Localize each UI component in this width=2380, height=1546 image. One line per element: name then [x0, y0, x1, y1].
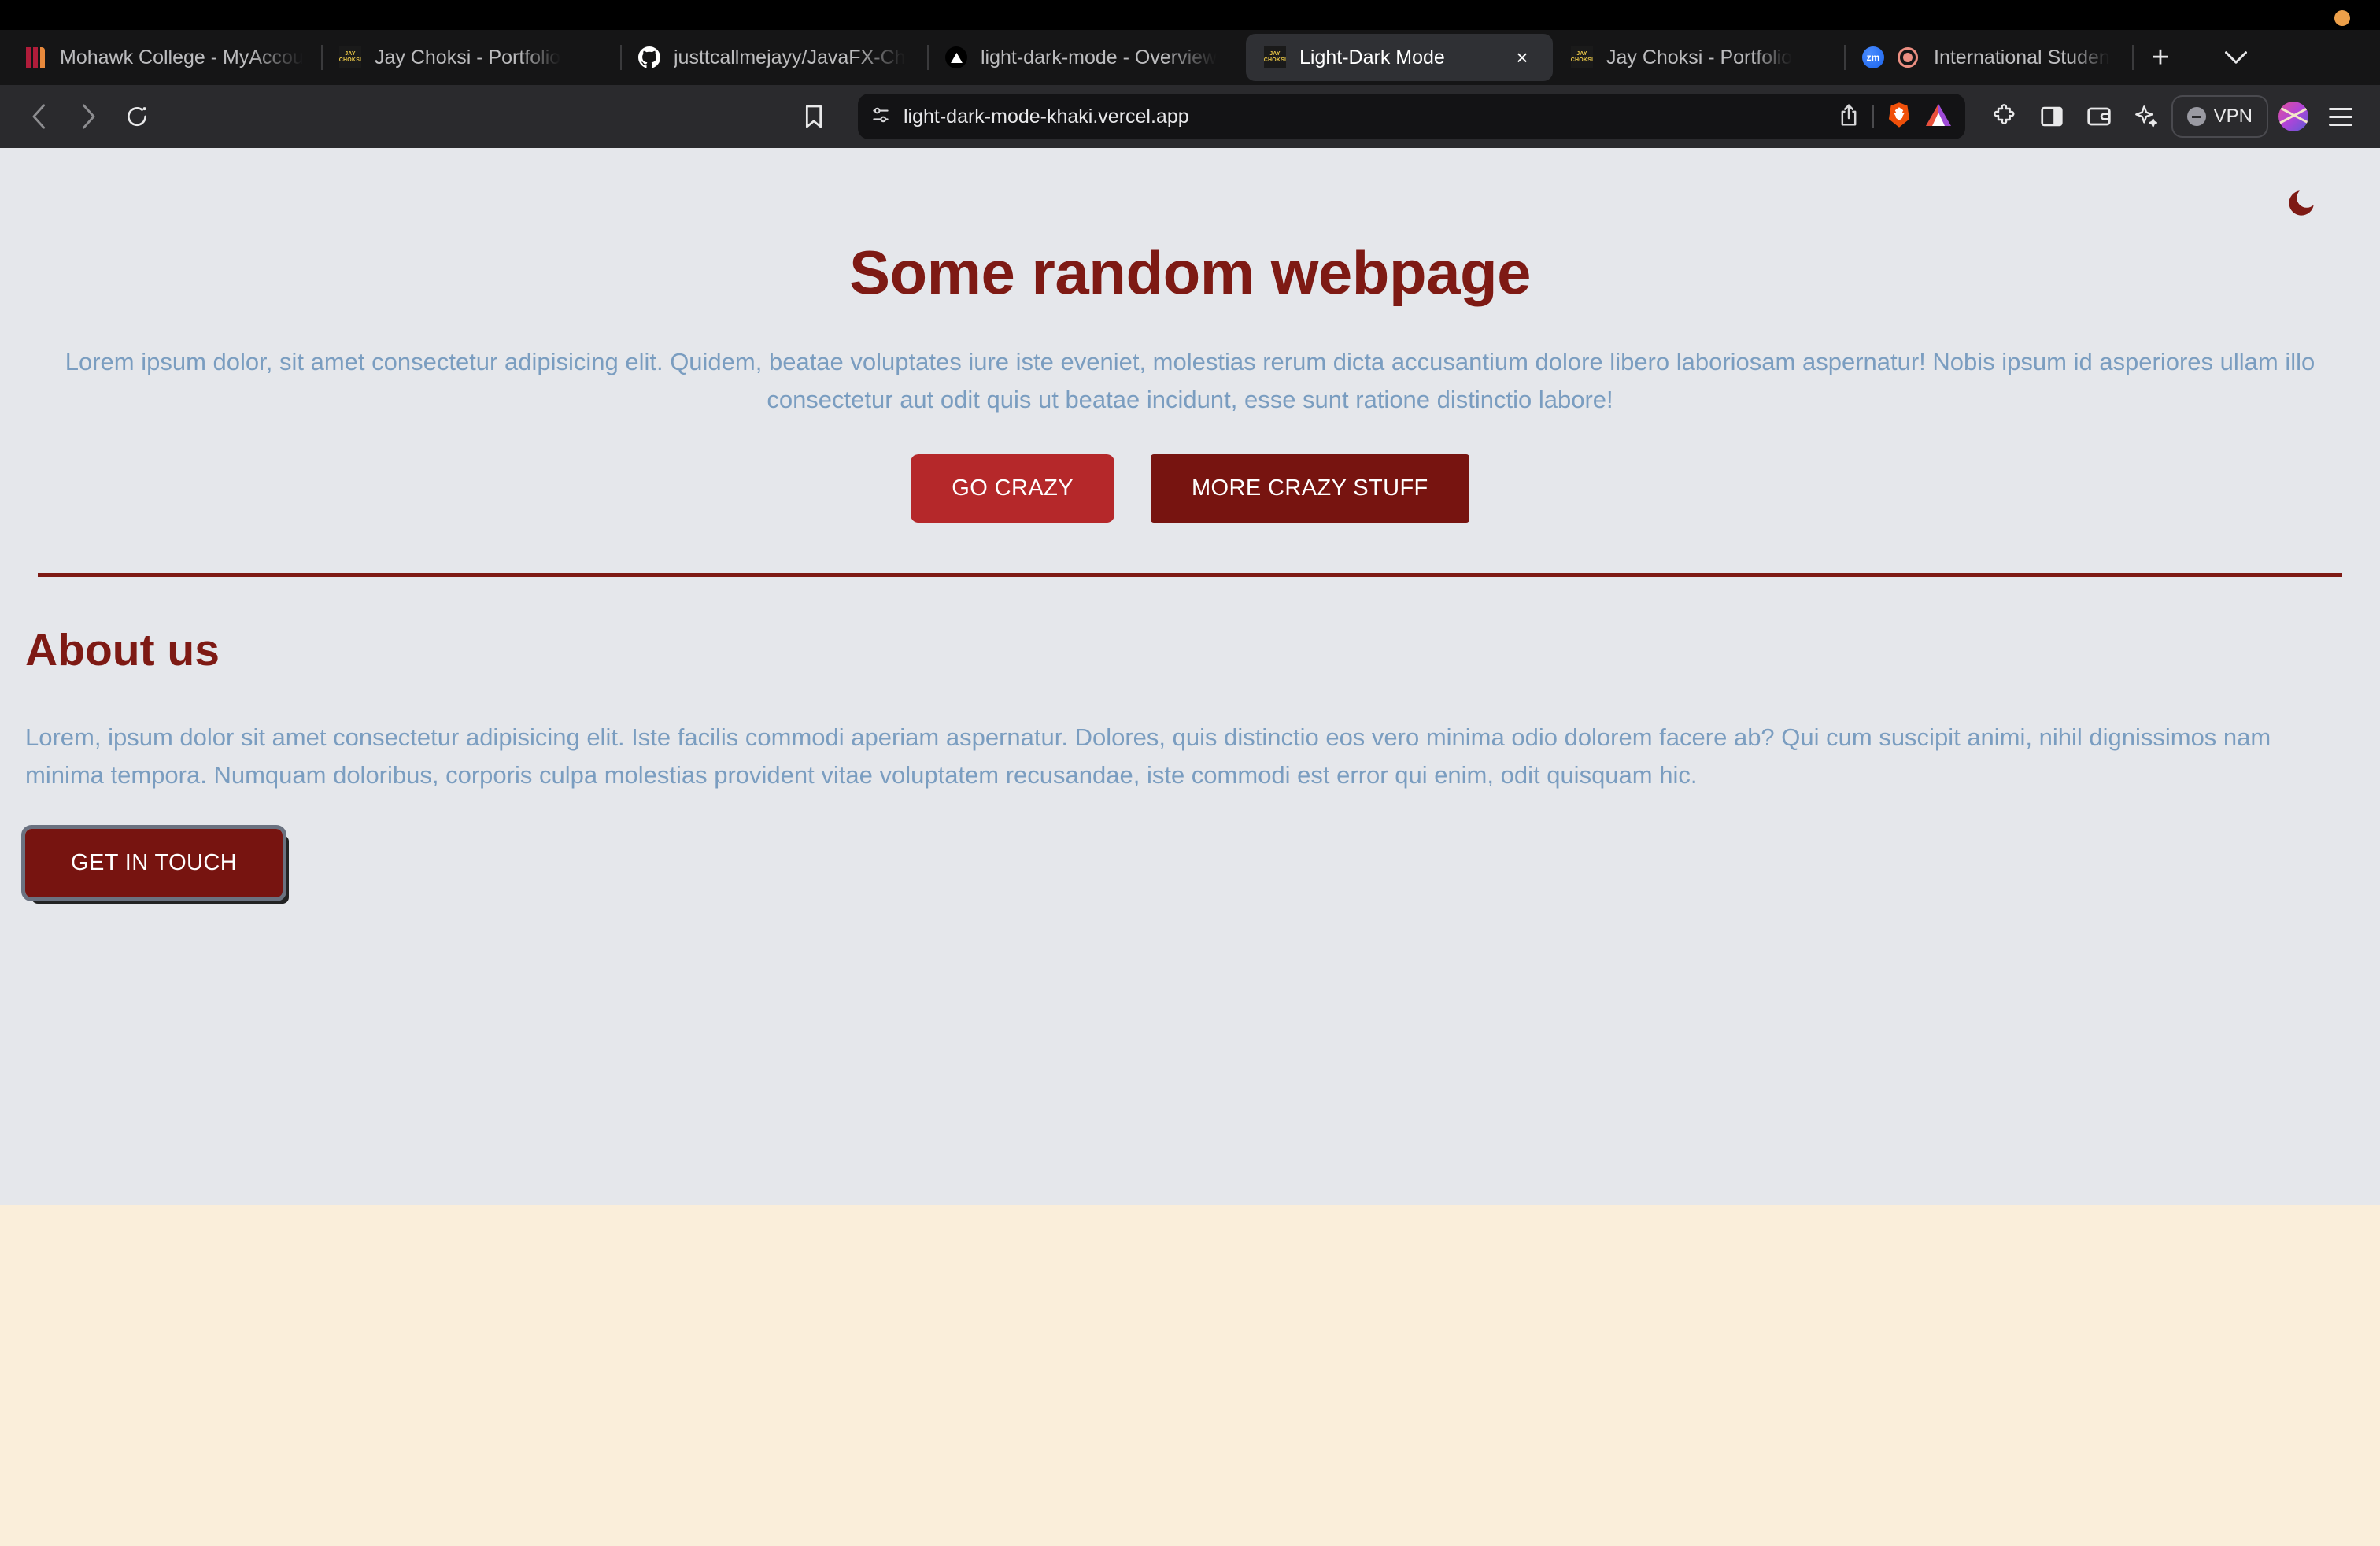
back-arrow-icon[interactable]: [17, 94, 61, 139]
tab-title: Mohawk College - MyAccou: [60, 46, 304, 68]
hero-paragraph: Lorem ipsum dolor, sit amet consectetur …: [65, 347, 2315, 414]
go-crazy-button[interactable]: GO CRAZY: [911, 453, 1114, 523]
tab-international-student[interactable]: zm International Student H: [1844, 34, 2127, 81]
url-text[interactable]: light-dark-mode-khaki.vercel.app: [904, 105, 1189, 128]
about-paragraph: Lorem, ipsum dolor sit amet consectetur …: [25, 723, 2271, 789]
get-in-touch-button[interactable]: GET IN TOUCH: [20, 825, 287, 902]
vercel-icon: [944, 46, 968, 69]
puzzle-icon[interactable]: [1983, 94, 2027, 139]
brave-rewards-bat-icon[interactable]: [1924, 102, 1953, 131]
close-icon[interactable]: ×: [1509, 44, 1536, 71]
tab-title: International Student H: [1934, 46, 2110, 68]
vpn-button[interactable]: VPN: [2171, 95, 2268, 138]
recording-icon: [1898, 46, 1921, 69]
hero-section: Some random webpage Lorem ipsum dolor, s…: [0, 148, 2380, 577]
jaychoksi-icon: JAY CHOKSI: [338, 46, 362, 69]
vpn-status-icon: [2186, 107, 2206, 126]
share-icon[interactable]: [1838, 103, 1860, 131]
navigation-toolbar: light-dark-mode-khaki.vercel.app VPN: [0, 85, 2380, 148]
profile-avatar[interactable]: [2271, 94, 2315, 139]
browser-window: Mohawk College - MyAccou JAY CHOKSI Jay C…: [0, 0, 2380, 1546]
tab-vercel-light-dark-mode[interactable]: light-dark-mode - Overview: [927, 34, 1246, 81]
tab-title: justtcallmejayy/JavaFX-Ch: [674, 46, 906, 68]
moon-icon[interactable]: [2281, 183, 2322, 224]
window-title-bar: [0, 0, 2380, 30]
tab-title: light-dark-mode - Overview: [981, 46, 1218, 68]
tab-title: Jay Choksi - Portfolio: [1606, 46, 1793, 68]
tab-title: Jay Choksi - Portfolio: [375, 46, 561, 68]
tab-light-dark-mode-active[interactable]: JAY CHOKSI Light-Dark Mode ×: [1246, 34, 1553, 81]
about-section: About us Lorem, ipsum dolor sit amet con…: [0, 577, 2380, 902]
hero-actions: GO CRAZY MORE CRAZY STUFF: [38, 453, 2342, 523]
tab-jay-choksi-portfolio-2[interactable]: JAY CHOKSI Jay Choksi - Portfolio: [1553, 34, 1844, 81]
new-tab-button[interactable]: +: [2138, 35, 2182, 80]
tab-strip-divider: [2132, 45, 2134, 70]
sparkle-icon[interactable]: [2124, 94, 2168, 139]
about-heading: About us: [25, 624, 220, 675]
more-crazy-stuff-button[interactable]: MORE CRAZY STUFF: [1150, 453, 1469, 523]
wallet-icon[interactable]: [2077, 94, 2121, 139]
address-bar[interactable]: light-dark-mode-khaki.vercel.app: [857, 94, 1965, 139]
page-title: Some random webpage: [848, 238, 1532, 307]
window-status-dot: [2334, 10, 2350, 26]
jaychoksi-icon: JAY CHOKSI: [1570, 46, 1594, 69]
vpn-label: VPN: [2213, 105, 2252, 127]
hamburger-menu-icon[interactable]: [2319, 94, 2363, 139]
jaychoksi-icon: JAY CHOKSI: [1263, 46, 1287, 69]
brave-shields-lion-icon[interactable]: [1887, 102, 1912, 132]
tab-mohawk-college[interactable]: Mohawk College - MyAccou: [6, 34, 321, 81]
toolbar-right-actions: VPN: [1983, 94, 2363, 139]
chevron-down-icon[interactable]: [2214, 35, 2258, 80]
zoom-icon: zm: [1861, 46, 1885, 69]
reload-icon[interactable]: [115, 94, 159, 139]
github-icon: [638, 46, 661, 69]
forward-arrow-icon[interactable]: [66, 94, 110, 139]
sidebar-panel-icon[interactable]: [2030, 94, 2074, 139]
bookmark-icon[interactable]: [792, 94, 836, 139]
page-viewport: Some random webpage Lorem ipsum dolor, s…: [0, 148, 2380, 1546]
tab-github-javafx[interactable]: justtcallmejayy/JavaFX-Ch: [620, 34, 927, 81]
mohawk-icon: [24, 46, 47, 69]
tune-icon[interactable]: [870, 105, 891, 129]
footer-band: [0, 1205, 2380, 1546]
tab-jay-choksi-portfolio-1[interactable]: JAY CHOKSI Jay Choksi - Portfolio: [321, 34, 620, 81]
tab-title: Light-Dark Mode: [1299, 46, 1445, 68]
tab-strip: Mohawk College - MyAccou JAY CHOKSI Jay C…: [0, 30, 2380, 85]
toolbar-divider: [1872, 105, 1874, 128]
